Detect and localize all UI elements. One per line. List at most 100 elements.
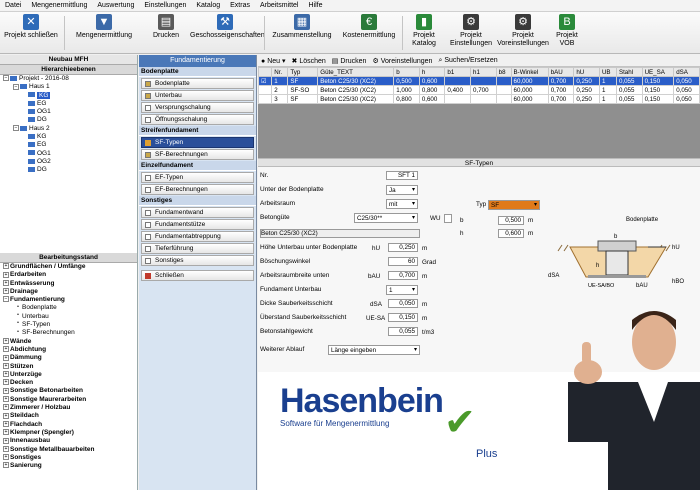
steel-field[interactable]: 0,055 [388,327,418,336]
project-vob-button[interactable]: B Projekt VOB [552,14,582,52]
table-cell[interactable] [470,76,497,86]
column-header[interactable]: b8 [495,67,512,77]
column-header[interactable]: h1 [470,67,497,77]
table-cell[interactable]: 0,700 [547,76,575,86]
table-cell[interactable] [470,94,497,104]
tree-item[interactable]: OG2 [1,158,137,166]
column-header[interactable]: Güte_TEXT [317,67,395,77]
floor-properties-button[interactable]: ⚒ Geschosseigenschaften [190,14,265,52]
table-cell[interactable]: Beton C25/30 (XC2) [317,76,395,86]
nr-field[interactable]: SFT 1 [386,171,418,180]
overhang-field[interactable]: 0,150 [388,313,418,322]
table-cell[interactable]: 1,000 [393,85,420,95]
status-item[interactable]: + Unterzüge [1,371,137,379]
expand-icon[interactable]: + [3,271,9,278]
clean-field[interactable]: 0,050 [388,299,418,308]
tree-item[interactable]: EG [1,141,137,149]
concrete-select[interactable]: C25/30** [354,213,418,223]
table-cell[interactable]: 0,055 [615,85,643,95]
concrete-text-field[interactable]: Beton C25/30 (XC2) [260,229,420,238]
table-cell[interactable]: 3 [271,94,289,104]
expand-icon[interactable]: + [3,387,9,394]
table-row[interactable]: ☑ 1 SF Beton C25/30 (XC2) 0,500 0,600 60,000 0,… [257,76,700,86]
search-replace-button[interactable]: ⌕ Suchen/Ersetzen [438,57,497,65]
function-button[interactable]: Öffnungsschalung [141,114,254,125]
tree-item[interactable]: OG1 [1,150,137,158]
column-header[interactable]: b1 [444,67,472,77]
function-button[interactable]: EF-Typen [141,172,254,183]
function-button[interactable]: Tieferführung [141,243,254,254]
table-cell[interactable]: 0,250 [573,76,600,86]
table-cell[interactable]: 60,000 [510,85,549,95]
table-cell[interactable]: 0,500 [393,76,420,86]
status-item[interactable]: + Dämmung [1,354,137,362]
status-item[interactable]: + Flachdach [1,421,137,429]
table-cell[interactable]: 0,055 [615,94,643,104]
project-catalog-button[interactable]: ▮ Projekt Katalog [406,14,442,52]
status-item[interactable]: + Sonstige Betonarbeiten [1,387,137,395]
table-cell[interactable]: 0,250 [573,94,600,104]
table-cell[interactable]: 0,800 [393,94,420,104]
status-item[interactable]: + Wände [1,338,137,346]
workwidth-field[interactable]: 0,700 [388,271,418,280]
table-cell[interactable]: 2 [271,85,289,95]
expand-icon[interactable]: + [3,437,9,444]
function-button[interactable]: Bodenplatte [141,78,254,89]
menu-item-0[interactable]: Datei [0,2,26,9]
status-item[interactable]: • SF-Berechnungen [1,329,137,337]
table-cell[interactable] [257,94,273,104]
tree-item[interactable]: − Haus 2 [1,125,137,133]
menu-item-1[interactable]: Mengenermittlung [26,2,92,9]
table-cell[interactable]: SF [287,94,319,104]
tree-item[interactable]: OG1 [1,108,137,116]
expand-icon[interactable]: + [3,420,9,427]
function-button[interactable]: Fundamentwand [141,207,254,218]
table-cell[interactable]: 0,400 [444,85,472,95]
column-header[interactable]: Nr. [271,67,289,77]
table-cell[interactable]: SF-SO [287,85,319,95]
expand-icon[interactable]: + [3,362,9,369]
column-header[interactable]: UE_SA [641,67,675,77]
function-button[interactable]: Fundamentabtreppung [141,231,254,242]
expand-icon[interactable]: + [3,412,9,419]
status-item[interactable]: + Steildach [1,412,137,420]
base-select[interactable]: 1 [386,285,418,295]
tree-item[interactable]: DG [1,116,137,124]
under-slab-select[interactable]: Ja [386,185,418,195]
function-button[interactable]: Versprungschalung [141,102,254,113]
status-item[interactable]: + Grundflächen / Umfänge [1,263,137,271]
status-item[interactable]: + Sonstiges [1,454,137,462]
expand-icon[interactable]: + [3,396,9,403]
close-project-button[interactable]: ✕ Projekt schließen [4,14,58,52]
table-cell[interactable] [495,76,512,86]
column-header[interactable] [257,67,273,77]
menu-item-3[interactable]: Einstellungen [139,2,191,9]
table-cell[interactable]: ☑ [257,76,273,86]
menu-item-5[interactable]: Extras [225,2,255,9]
next-step-select[interactable]: Länge eingeben [328,345,420,355]
menu-item-2[interactable]: Auswertung [92,2,139,9]
function-button[interactable]: Sonstiges [141,255,254,266]
status-item[interactable]: + Sonstige Maurerarbeiten [1,396,137,404]
column-header[interactable]: Typ [287,67,319,77]
project-presets-button[interactable]: ⚙ Projekt Voreinstellungen [496,14,550,52]
expand-icon[interactable]: − [3,75,9,82]
quantity-calc-button[interactable]: ▼ Mengenermittlung [68,14,140,52]
dot-icon[interactable]: • [15,321,21,328]
tree-item[interactable]: KG [1,133,137,141]
expand-icon[interactable]: + [3,263,9,270]
table-cell[interactable]: 0,600 [418,94,446,104]
function-button[interactable]: SF-Typen [141,137,254,148]
status-item[interactable]: + Zimmerer / Holzbau [1,404,137,412]
column-header[interactable]: bAU [547,67,575,77]
function-button[interactable]: Unterbau [141,90,254,101]
table-cell[interactable]: 0,700 [470,85,497,95]
table-cell[interactable]: 0,150 [641,76,675,86]
tree-item[interactable]: KG [1,91,137,100]
expand-icon[interactable]: + [3,288,9,295]
table-cell[interactable]: 0,150 [641,85,675,95]
expand-icon[interactable]: + [3,429,9,436]
table-cell[interactable]: 60,000 [510,94,549,104]
table-row[interactable]: 3 SF Beton C25/30 (XC2) 0,800 0,600 60,000 0,7… [257,94,700,104]
column-header[interactable]: UB [598,67,617,77]
